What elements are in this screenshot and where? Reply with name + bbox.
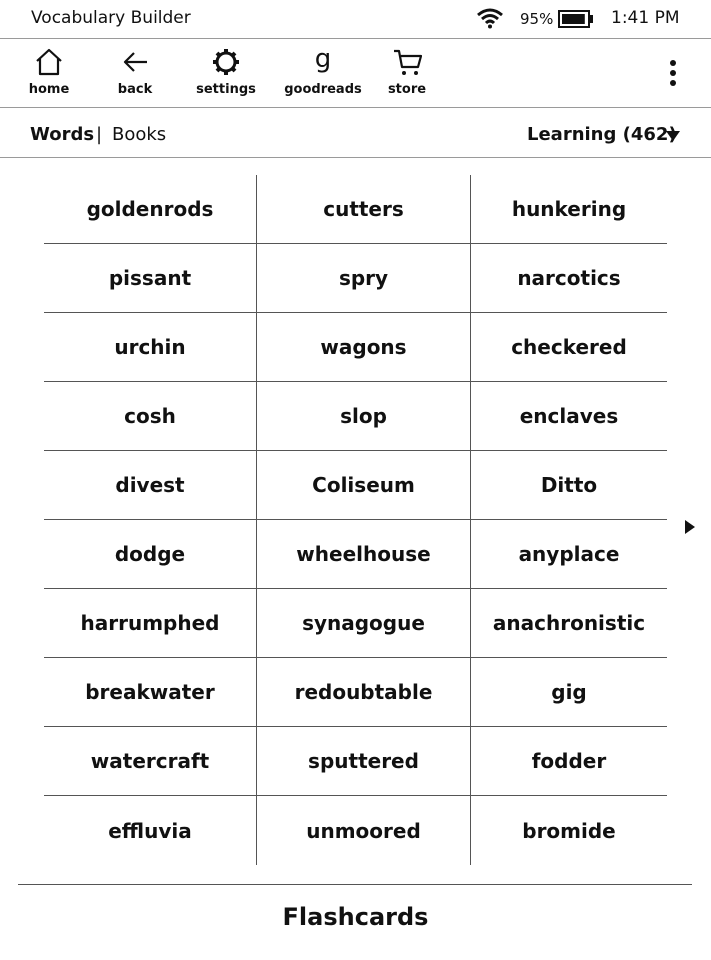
word-row: cosh slop enclaves [44, 382, 667, 451]
word-cell[interactable]: wagons [257, 313, 471, 382]
word-cell[interactable]: urchin [44, 313, 257, 382]
word-cell[interactable]: bromide [471, 796, 667, 865]
settings-label: settings [196, 82, 256, 97]
word-row: pissant spry narcotics [44, 244, 667, 313]
home-label: home [28, 82, 70, 97]
word-cell[interactable]: cosh [44, 382, 257, 451]
clock: 1:41 PM [611, 8, 680, 28]
word-grid: goldenrods cutters hunkering pissant spry nar… [44, 175, 667, 865]
back-arrow-icon [123, 52, 147, 72]
word-cell[interactable]: unmoored [257, 796, 471, 865]
word-cell[interactable]: checkered [471, 313, 667, 382]
word-cell[interactable]: slop [257, 382, 471, 451]
app-title: Vocabulary Builder [31, 8, 191, 28]
word-cell[interactable]: fodder [471, 727, 667, 796]
tab-books[interactable]: Books [112, 124, 166, 145]
word-row: effluvia unmoored bromide [44, 796, 667, 865]
flashcards-button[interactable]: Flashcards [0, 903, 711, 931]
word-cell[interactable]: anyplace [471, 520, 667, 589]
word-cell[interactable]: goldenrods [44, 175, 257, 244]
word-row: divest Coliseum Ditto [44, 451, 667, 520]
word-cell[interactable]: cutters [257, 175, 471, 244]
word-cell[interactable]: hunkering [471, 175, 667, 244]
back-button[interactable]: back [95, 47, 175, 97]
status-bar: Vocabulary Builder 95% 1:41 PM [0, 0, 711, 38]
word-cell[interactable]: synagogue [257, 589, 471, 658]
filter-dropdown[interactable]: Learning (462) [527, 124, 677, 145]
word-cell[interactable]: narcotics [471, 244, 667, 313]
word-cell[interactable]: wheelhouse [257, 520, 471, 589]
battery-icon [558, 10, 593, 28]
tab-words[interactable]: Words [30, 124, 94, 145]
gear-icon [213, 49, 239, 75]
tab-separator: | [96, 124, 103, 145]
next-page-icon[interactable] [684, 519, 696, 535]
word-cell[interactable]: anachronistic [471, 589, 667, 658]
goodreads-icon: g [315, 47, 332, 74]
word-row: urchin wagons checkered [44, 313, 667, 382]
wifi-icon [477, 8, 503, 29]
word-cell[interactable]: enclaves [471, 382, 667, 451]
word-row: breakwater redoubtable gig [44, 658, 667, 727]
view-switcher: Words | Books Learning (462) [0, 110, 711, 156]
toolbar-divider [0, 107, 711, 108]
word-cell[interactable]: pissant [44, 244, 257, 313]
word-cell[interactable]: divest [44, 451, 257, 520]
cart-icon [394, 49, 422, 75]
word-cell[interactable]: gig [471, 658, 667, 727]
word-row: harrumphed synagogue anachronistic [44, 589, 667, 658]
word-cell[interactable]: breakwater [44, 658, 257, 727]
subnav-divider [0, 157, 711, 158]
footer-divider [18, 884, 692, 885]
word-cell[interactable]: Coliseum [257, 451, 471, 520]
goodreads-button[interactable]: g goodreads [283, 47, 363, 97]
word-row: watercraft sputtered fodder [44, 727, 667, 796]
word-row: dodge wheelhouse anyplace [44, 520, 667, 589]
home-icon [36, 48, 62, 76]
word-cell[interactable]: harrumphed [44, 589, 257, 658]
settings-button[interactable]: settings [186, 47, 266, 97]
caret-down-icon[interactable] [665, 130, 681, 142]
word-cell[interactable]: spry [257, 244, 471, 313]
store-button[interactable]: store [367, 47, 447, 97]
word-cell[interactable]: watercraft [44, 727, 257, 796]
toolbar: home back settings g goodreads store [0, 39, 711, 107]
word-cell[interactable]: dodge [44, 520, 257, 589]
word-cell[interactable]: Ditto [471, 451, 667, 520]
home-button[interactable]: home [9, 47, 89, 97]
goodreads-label: goodreads [284, 82, 362, 97]
battery-percent: 95% [520, 10, 554, 28]
battery-fill [562, 14, 585, 24]
word-cell[interactable]: sputtered [257, 727, 471, 796]
store-label: store [387, 82, 427, 97]
word-row: goldenrods cutters hunkering [44, 175, 667, 244]
word-cell[interactable]: effluvia [44, 796, 257, 865]
word-cell[interactable]: redoubtable [257, 658, 471, 727]
more-vertical-icon[interactable] [664, 59, 682, 89]
svg-text:g: g [315, 47, 332, 74]
back-label: back [117, 82, 153, 97]
